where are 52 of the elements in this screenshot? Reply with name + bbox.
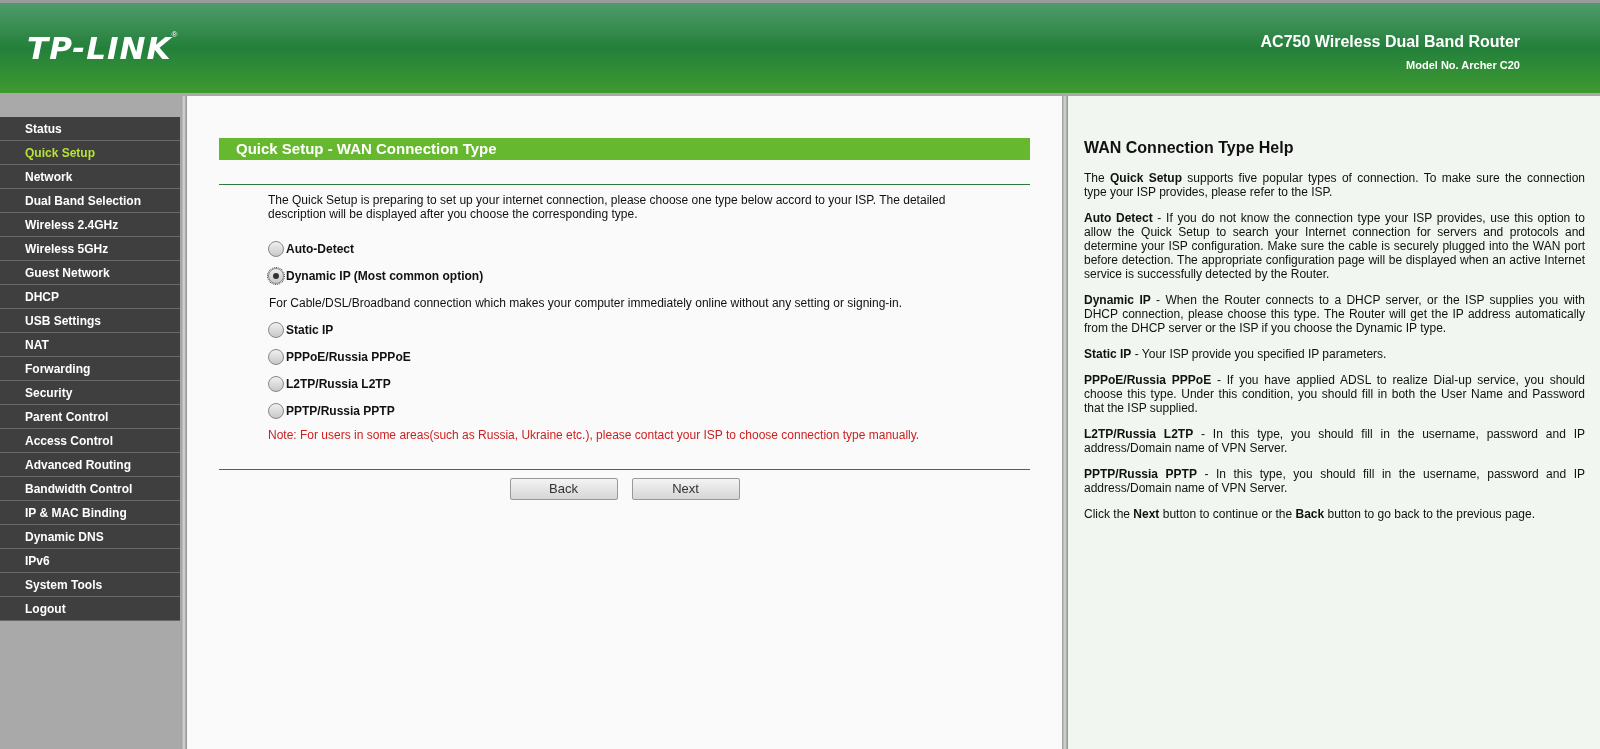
menu-item[interactable]: IPv6 <box>0 549 180 573</box>
radio-button[interactable] <box>268 403 284 419</box>
help-paragraph: Click the Next button to continue or the Back button to go back to the previous page. <box>1084 507 1536 521</box>
menu-item[interactable]: Status <box>0 117 180 141</box>
help-paragraph: PPPoE/Russia PPPoE - If you have applied ADSL to realize Dial-up service, you should choose this type. Under this condition, you should fill in both the User Name and Password that the ISP supplied. <box>1084 373 1585 415</box>
menu-item[interactable]: Forwarding <box>0 357 180 381</box>
option-label[interactable]: L2TP/Russia L2TP <box>286 375 391 393</box>
menu-item[interactable]: NAT <box>0 333 180 357</box>
radio-button[interactable] <box>268 349 284 365</box>
option-label[interactable]: Auto-Detect <box>286 240 354 258</box>
option-label[interactable]: PPTP/Russia PPTP <box>286 402 395 420</box>
option-label[interactable]: PPPoE/Russia PPPoE <box>286 348 411 366</box>
menu-item[interactable]: Dual Band Selection <box>0 189 180 213</box>
intro-text: The Quick Setup is preparing to set up your internet connection, please choose one type below accord to your ISP. The detailed description will be displayed after you choose the corresponding type. <box>268 193 947 221</box>
menu-item[interactable]: Advanced Routing <box>0 453 180 477</box>
radio-button[interactable] <box>268 268 284 284</box>
menu-item[interactable]: Quick Setup <box>0 141 180 165</box>
menu-item[interactable]: Network <box>0 165 180 189</box>
menu-item[interactable]: System Tools <box>0 573 180 597</box>
radio-button[interactable] <box>268 376 284 392</box>
menu-item[interactable]: USB Settings <box>0 309 180 333</box>
radio-button[interactable] <box>268 241 284 257</box>
menu-item[interactable]: Dynamic DNS <box>0 525 180 549</box>
menu-item[interactable]: Wireless 2.4GHz <box>0 213 180 237</box>
help-paragraph: Dynamic IP - When the Router connects to a DHCP server, or the ISP supplies you with DHCP connection, please choose this type. The Router will get the IP address automatically from the DHCP server or the ISP if you choose the Dynamic IP type. <box>1084 293 1585 335</box>
menu-item[interactable]: Bandwidth Control <box>0 477 180 501</box>
help-title: WAN Connection Type Help <box>1084 138 1295 158</box>
menu-item[interactable]: Parent Control <box>0 405 180 429</box>
section-title: Quick Setup - WAN Connection Type <box>219 138 1030 160</box>
help-paragraph: Auto Detect - If you do not know the connection type your ISP provides, use this option to allow the Quick Setup to search your Internet connection for servers and protocols and determine your ISP configuration. Make sure the cable is securely plugged into the WAN port before detection. The appropriate configuration page will be displayed when an active Internet service is successfully detected by the Router. <box>1084 211 1585 281</box>
option-label[interactable]: Dynamic IP (Most common option) <box>286 267 484 285</box>
model-number: Model No. Archer C20 <box>1406 58 1520 74</box>
help-paragraph: Static IP - Your ISP provide you specified IP parameters. <box>1084 347 1388 361</box>
menu-item[interactable]: DHCP <box>0 285 180 309</box>
logo: TP-LINK <box>27 28 172 68</box>
help-paragraph: PPTP/Russia PPTP - In this type, you should fill in the username, password and IP address/Domain name of VPN Server. <box>1084 467 1585 495</box>
registered-mark: ® <box>171 28 178 39</box>
radio-button[interactable] <box>268 322 284 338</box>
menu-item[interactable]: Logout <box>0 597 180 621</box>
option-description: For Cable/DSL/Broadband connection which makes your computer immediately online without any setting or signing-in. <box>268 295 903 312</box>
nav-button[interactable]: Next <box>631 478 740 500</box>
note-text: Note: For users in some areas(such as Russia, Ukraine etc.), please contact your ISP to choose connection type manually. <box>268 427 921 444</box>
help-paragraph: The Quick Setup supports five popular types of connection. To make sure the connection type your ISP provides, please refer to the ISP. <box>1084 171 1585 199</box>
product-name: AC750 Wireless Dual Band Router <box>1260 32 1520 53</box>
menu-item[interactable]: Access Control <box>0 429 180 453</box>
menu-item[interactable]: Wireless 5GHz <box>0 237 180 261</box>
menu-item[interactable]: Security <box>0 381 180 405</box>
menu-item[interactable]: IP & MAC Binding <box>0 501 180 525</box>
nav-button[interactable]: Back <box>509 478 618 500</box>
option-label[interactable]: Static IP <box>286 321 334 339</box>
help-paragraph: L2TP/Russia L2TP - In this type, you should fill in the username, password and IP address/Domain name of VPN Server. <box>1084 427 1585 455</box>
menu-item[interactable]: Guest Network <box>0 261 180 285</box>
